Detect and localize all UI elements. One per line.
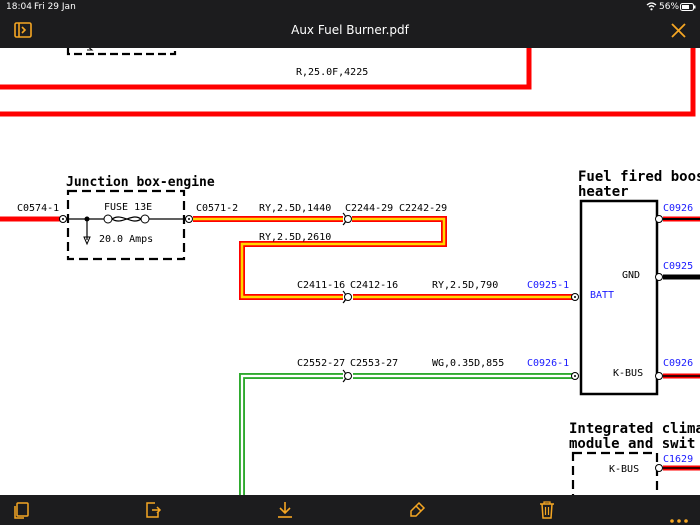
document-title: Aux Fuel Burner.pdf <box>291 23 409 37</box>
close-icon[interactable] <box>671 23 686 42</box>
top-wire-label: R,25.0F,4225 <box>296 67 368 78</box>
top-toolbar: Aux Fuel Burner.pdf <box>0 14 700 48</box>
status-date: Fri 29 Jan <box>34 2 76 12</box>
junction-box-title: Junction box-engine <box>66 175 215 190</box>
wg-wire-run <box>239 373 573 495</box>
right-connector-3 <box>655 372 663 380</box>
status-time: 18:04 <box>6 2 32 12</box>
right-c0926-a-label: C0926 <box>663 203 693 214</box>
trash-icon[interactable] <box>539 501 555 523</box>
climate-kbus-label: K-BUS <box>609 464 639 475</box>
wire-wg-855-label: WG,0.35D,855 <box>432 358 504 369</box>
pdf-page[interactable]: R,25.0F,4225 Junction box-engine C0574-1… <box>0 48 700 495</box>
wire-ry-790-label: RY,2.5D,790 <box>432 280 498 291</box>
c2242-label: C2242-29 <box>399 203 447 214</box>
right-connector-1 <box>655 215 663 223</box>
c0926-1-label: C0926-1 <box>527 358 569 369</box>
highlighter-icon[interactable] <box>408 501 426 523</box>
batt-pin-label: BATT <box>590 290 614 301</box>
wifi-icon <box>646 1 657 14</box>
share-icon[interactable] <box>144 501 162 523</box>
gnd-pin-label: GND <box>622 270 640 281</box>
fuse-rating: 20.0 Amps <box>99 234 153 245</box>
right-connector-2 <box>655 273 663 281</box>
top-red-wire-2 <box>0 48 696 117</box>
c2244-label: C2244-29 <box>345 203 393 214</box>
right-connector-4 <box>655 464 663 472</box>
download-icon[interactable] <box>276 501 294 523</box>
battery-icon <box>680 3 696 14</box>
climate-title-line1: Integrated climat <box>569 421 700 437</box>
c2553-label: C2553-27 <box>350 358 398 369</box>
upper-component-box <box>66 48 177 56</box>
right-c0925-label: C0925 <box>663 261 693 272</box>
more-options-icon[interactable] <box>670 508 688 527</box>
right-c0926-b-label: C0926 <box>663 358 693 369</box>
heater-title-line2: heater <box>578 184 629 200</box>
bottom-toolbar <box>0 495 700 525</box>
c2552-label: C2552-27 <box>297 358 345 369</box>
battery-percentage: 56% <box>659 2 680 12</box>
fuse-label: FUSE 13E <box>104 202 152 213</box>
c0574-label: C0574-1 <box>17 203 59 214</box>
fuse-terminal-left <box>103 214 113 224</box>
c0571-label: C0571-2 <box>196 203 238 214</box>
c2411-label: C2411-16 <box>297 280 345 291</box>
kbus-pin-label: K-BUS <box>613 368 643 379</box>
heater-title-line1: Fuel fired boost <box>578 169 700 185</box>
wire-ry-1440-label: RY,2.5D,1440 <box>259 203 331 214</box>
climate-title-line2: module and swit <box>569 436 695 452</box>
wire-ry-2610-label: RY,2.5D,2610 <box>259 232 331 243</box>
fuse-terminal-right <box>140 214 150 224</box>
c2412-label: C2412-16 <box>350 280 398 291</box>
status-bar: 18:04 Fri 29 Jan 56% <box>0 0 700 14</box>
wiring-diagram: R,25.0F,4225 Junction box-engine C0574-1… <box>0 48 700 495</box>
right-c1629-label: C1629 <box>663 454 693 465</box>
c0925-1-label: C0925-1 <box>527 280 569 291</box>
pages-icon[interactable] <box>12 502 30 524</box>
